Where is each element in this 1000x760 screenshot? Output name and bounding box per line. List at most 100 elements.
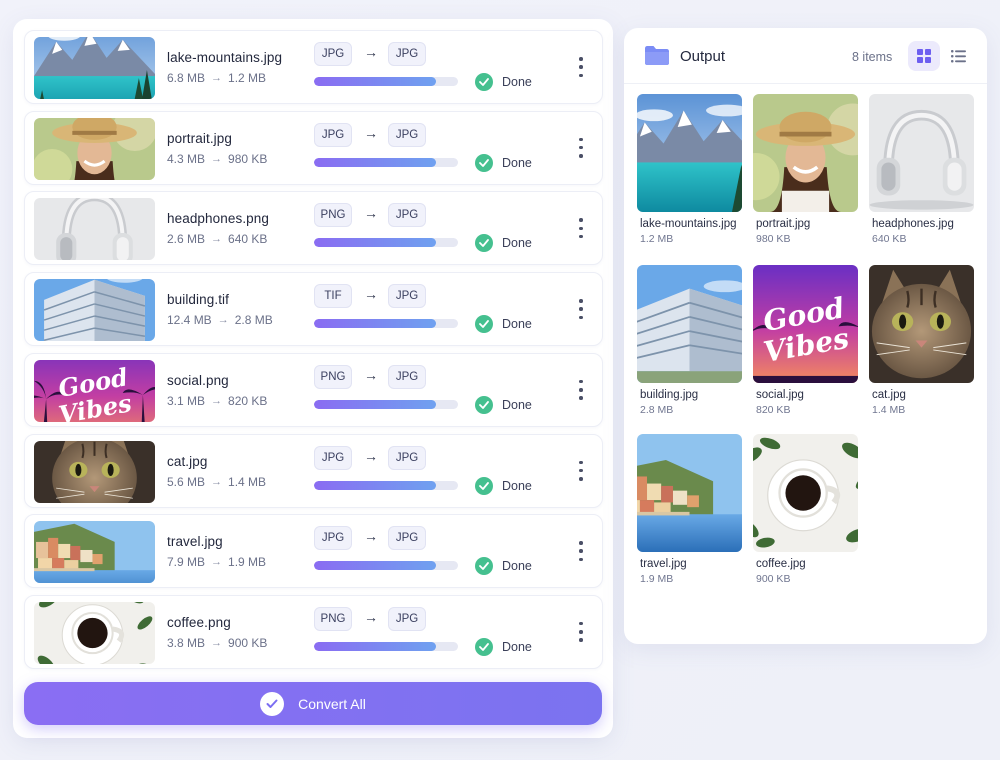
output-item-count: 8 items (852, 50, 893, 64)
kebab-icon[interactable] (578, 379, 584, 400)
kebab-icon[interactable] (578, 541, 584, 562)
source-format-pill[interactable]: JPG (314, 445, 352, 470)
output-tile[interactable]: building.jpg 2.8 MB (637, 265, 742, 416)
travel-icon (34, 521, 155, 583)
file-row[interactable]: headphones.png 2.6 MB → 640 KB PNG → JPG… (24, 191, 603, 266)
output-file-name: headphones.jpg (872, 218, 954, 230)
target-format-pill[interactable]: JPG (388, 42, 426, 66)
file-row[interactable]: building.tif 12.4 MB → 2.8 MB TIF → JPG … (24, 272, 603, 347)
lake-icon (34, 37, 155, 99)
grid-view-button[interactable] (908, 41, 940, 71)
file-name: lake-mountains.jpg (167, 50, 283, 65)
file-size-change: 3.8 MB → 900 KB (167, 636, 267, 650)
source-format-pill[interactable]: PNG (314, 364, 352, 389)
progress-bar (314, 77, 458, 86)
target-format-pill[interactable]: JPG (388, 526, 426, 551)
kebab-icon[interactable] (578, 57, 584, 77)
original-size: 6.8 MB (167, 71, 206, 85)
source-format-pill[interactable]: JPG (314, 526, 352, 551)
arrow-right-icon: → (364, 528, 378, 545)
target-format-pill[interactable]: JPG (388, 122, 426, 147)
file-name: cat.jpg (167, 453, 208, 469)
output-file-name: building.jpg (640, 389, 699, 401)
file-row[interactable]: social.png 3.1 MB → 820 KB PNG → JPG Don… (24, 352, 603, 427)
output-tile[interactable]: social.jpg 820 KB (753, 265, 858, 416)
file-row[interactable]: travel.jpg 7.9 MB → 1.9 MB JPG → JPG Don… (24, 514, 603, 589)
status-text: Done (502, 478, 532, 493)
output-file-name: cat.jpg (872, 389, 906, 401)
output-file-size: 900 KB (756, 573, 791, 585)
convert-all-button[interactable]: Convert All (24, 682, 602, 725)
arrow-right-icon: → (217, 314, 229, 327)
arrow-right-icon: → (211, 636, 223, 649)
lake-icon (637, 94, 742, 212)
coffee-icon (34, 602, 155, 664)
file-name: social.png (167, 372, 229, 388)
status-text: Done (502, 155, 532, 170)
progress-fill (314, 480, 437, 490)
target-format-pill[interactable]: JPG (388, 445, 426, 470)
grid-icon (917, 49, 931, 63)
converted-size: 1.4 MB (228, 474, 267, 489)
file-row[interactable]: coffee.png 3.8 MB → 900 KB PNG → JPG Don… (24, 594, 603, 669)
file-row[interactable]: cat.jpg 5.6 MB → 1.4 MB JPG → JPG Done (24, 433, 603, 508)
kebab-icon[interactable] (578, 299, 584, 320)
converted-size: 1.9 MB (228, 555, 267, 570)
status-badge: Done (475, 153, 532, 172)
kebab-icon[interactable] (578, 218, 584, 239)
source-format-pill[interactable]: JPG (314, 42, 352, 66)
output-tile[interactable]: lake-mountains.jpg 1.2 MB (637, 94, 742, 245)
converted-size: 900 KB (228, 635, 268, 650)
convert-all-label: Convert All (298, 695, 366, 712)
progress-bar (314, 480, 458, 490)
source-format-pill[interactable]: TIF (314, 284, 352, 309)
target-format-pill[interactable]: JPG (388, 364, 426, 389)
output-file-size: 1.4 MB (872, 404, 906, 416)
arrow-right-icon: → (364, 447, 378, 464)
output-file-size: 2.8 MB (640, 404, 674, 416)
output-tile[interactable]: portrait.jpg 980 KB (753, 94, 858, 245)
source-format-pill[interactable]: PNG (314, 606, 352, 631)
output-tile[interactable]: cat.jpg 1.4 MB (869, 265, 974, 416)
progress-bar (314, 399, 458, 409)
converted-size: 1.2 MB (228, 71, 267, 85)
check-circle-icon (475, 153, 493, 172)
kebab-icon[interactable] (578, 621, 584, 642)
target-format-pill[interactable]: JPG (388, 203, 426, 228)
good-vibes-icon (753, 265, 858, 383)
kebab-icon[interactable] (578, 460, 584, 481)
building-icon (34, 279, 155, 341)
original-size: 7.9 MB (167, 555, 206, 570)
progress-bar (314, 238, 458, 248)
arrow-right-icon: → (364, 124, 378, 141)
file-row[interactable]: lake-mountains.jpg 6.8 MB → 1.2 MB JPG →… (24, 30, 603, 104)
output-tile[interactable]: travel.jpg 1.9 MB (637, 434, 742, 585)
output-file-size: 640 KB (872, 233, 907, 245)
status-badge: Done (475, 73, 532, 91)
status-text: Done (502, 317, 532, 332)
travel-icon (637, 434, 742, 552)
output-tile[interactable]: coffee.jpg 900 KB (753, 434, 858, 585)
status-text: Done (502, 236, 532, 251)
progress-fill (314, 641, 437, 651)
target-format-pill[interactable]: JPG (388, 606, 426, 631)
kebab-icon[interactable] (578, 137, 584, 158)
file-row[interactable]: portrait.jpg 4.3 MB → 980 KB JPG → JPG D… (24, 110, 603, 185)
progress-fill (314, 157, 437, 167)
output-header: Output 8 items (624, 28, 987, 84)
output-file-size: 980 KB (756, 233, 791, 245)
file-size-change: 7.9 MB → 1.9 MB (167, 555, 266, 569)
status-badge: Done (475, 637, 532, 656)
output-tile[interactable]: headphones.jpg 640 KB (869, 94, 974, 245)
target-format-pill[interactable]: JPG (388, 284, 426, 309)
progress-fill (314, 399, 437, 409)
output-title: Output (680, 48, 726, 65)
status-badge: Done (475, 557, 532, 576)
source-format-pill[interactable]: PNG (314, 203, 352, 228)
source-format-pill[interactable]: JPG (314, 122, 352, 147)
arrow-right-icon: → (364, 366, 378, 383)
conversion-queue-panel: lake-mountains.jpg 6.8 MB → 1.2 MB JPG →… (13, 19, 613, 738)
list-view-button[interactable] (942, 41, 974, 71)
output-file-name: lake-mountains.jpg (640, 218, 737, 230)
portrait-icon (34, 118, 155, 180)
